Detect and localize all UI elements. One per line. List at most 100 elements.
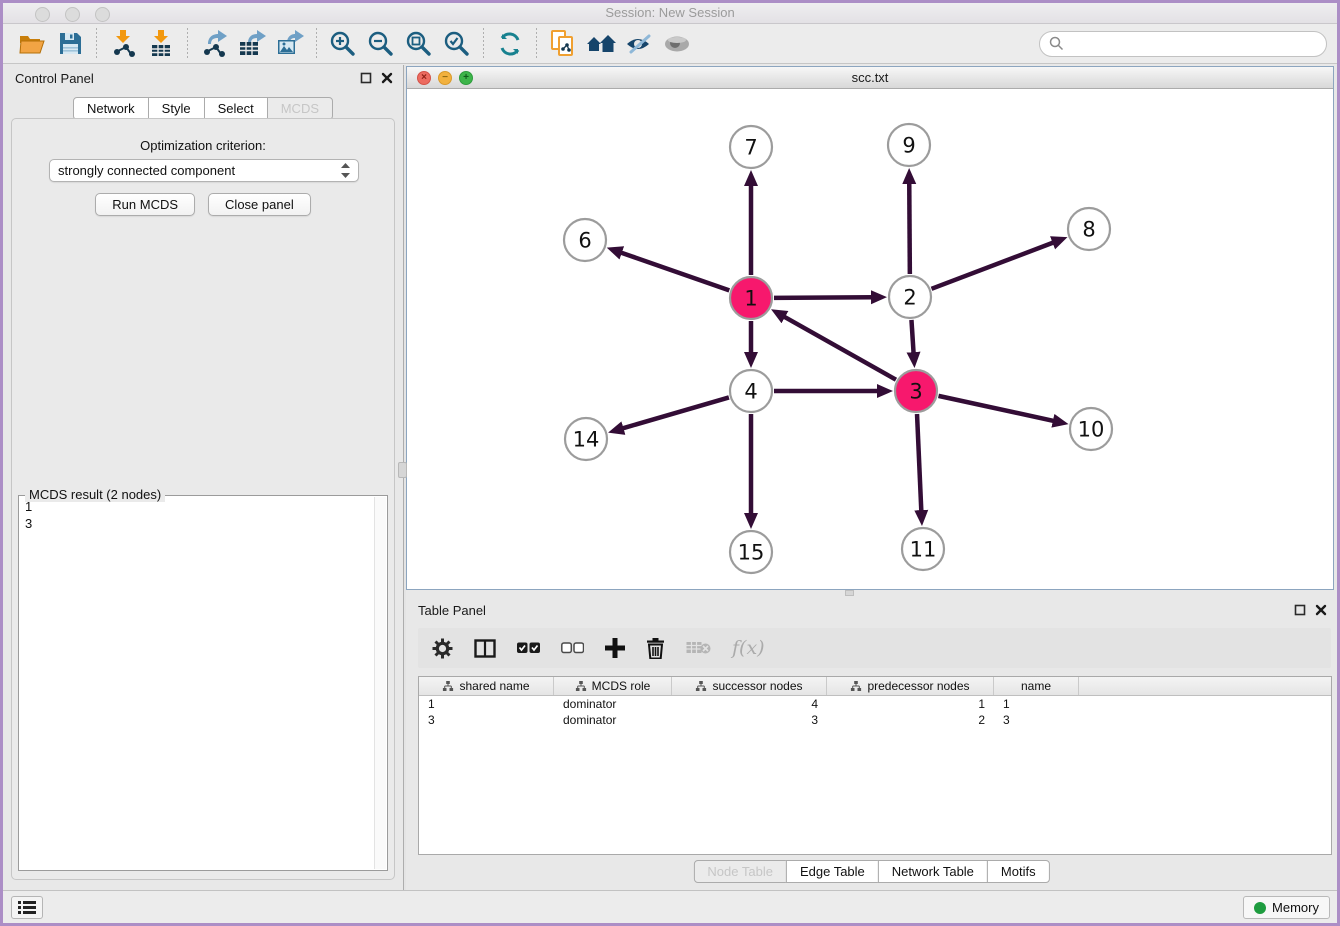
- table-cell[interactable]: 2: [827, 712, 994, 728]
- hierarchy-icon: [442, 681, 454, 692]
- save-session-button[interactable]: [51, 28, 89, 60]
- network-canvas[interactable]: 7 9 6 8 1 2 4 3 14 10 15 11: [407, 89, 1333, 589]
- graph-node-1[interactable]: 1: [730, 277, 772, 319]
- list-icon: [18, 900, 36, 915]
- tab-select[interactable]: Select: [204, 97, 268, 120]
- graph-edge-4-14[interactable]: [622, 397, 729, 428]
- divider-handle[interactable]: [845, 590, 854, 596]
- table-cell[interactable]: dominator: [554, 712, 672, 728]
- table-cell[interactable]: dominator: [554, 696, 672, 712]
- table-cell[interactable]: 1: [419, 696, 554, 712]
- show-eye-button[interactable]: [658, 28, 696, 60]
- function-builder-button[interactable]: f(x): [732, 637, 765, 659]
- delete-table-icon: [686, 640, 711, 656]
- column-header[interactable]: shared name: [419, 677, 554, 695]
- graph-edge-3-10[interactable]: [938, 396, 1054, 421]
- table-cell[interactable]: 1: [994, 696, 1079, 712]
- search-field[interactable]: [1039, 31, 1327, 57]
- table-cell[interactable]: 3: [419, 712, 554, 728]
- graph-edge-2-3[interactable]: [911, 320, 913, 354]
- refresh-button[interactable]: [491, 28, 529, 60]
- toolbar-separator: [96, 28, 97, 60]
- import-network-button[interactable]: [104, 28, 142, 60]
- table-header: shared name MCDS role successor nodesprede…: [419, 677, 1331, 696]
- split-columns-button[interactable]: [474, 639, 496, 658]
- tab-network[interactable]: Network: [73, 97, 149, 120]
- memory-button[interactable]: Memory: [1243, 896, 1330, 919]
- graph-node-6[interactable]: 6: [564, 219, 606, 261]
- export-network-button[interactable]: [195, 28, 233, 60]
- column-header[interactable]: successor nodes: [672, 677, 827, 695]
- zoom-fit-button[interactable]: [400, 28, 438, 60]
- table-cell[interactable]: 3: [994, 712, 1079, 728]
- table-cell[interactable]: 4: [672, 696, 827, 712]
- tab-style[interactable]: Style: [148, 97, 205, 120]
- tab-node-table[interactable]: Node Table: [693, 860, 787, 883]
- task-history-button[interactable]: [11, 896, 43, 919]
- graph-edge-3-1[interactable]: [783, 316, 896, 380]
- zoom-selected-button[interactable]: [438, 28, 476, 60]
- column-header-label: MCDS role: [592, 679, 651, 693]
- export-image-button[interactable]: [271, 28, 309, 60]
- export-table-button[interactable]: [233, 28, 271, 60]
- graph-node-11[interactable]: 11: [902, 528, 944, 570]
- home-button[interactable]: [582, 28, 620, 60]
- graph-node-8[interactable]: 8: [1068, 208, 1110, 250]
- divider-handle[interactable]: [398, 462, 407, 478]
- svg-text:11: 11: [910, 538, 937, 562]
- graph-edge-1-2[interactable]: [774, 297, 873, 298]
- main-toolbar: [3, 24, 1337, 64]
- select-all-button[interactable]: [517, 642, 540, 654]
- result-scrollbar[interactable]: [374, 497, 386, 869]
- graph-node-14[interactable]: 14: [565, 418, 607, 460]
- column-header[interactable]: MCDS role: [554, 677, 672, 695]
- graph-node-15[interactable]: 15: [730, 531, 772, 573]
- search-input[interactable]: [1064, 35, 1317, 52]
- import-table-icon: [148, 30, 175, 57]
- deselect-all-button[interactable]: [561, 642, 584, 654]
- column-header[interactable]: predecessor nodes: [827, 677, 994, 695]
- tab-edge-table[interactable]: Edge Table: [786, 860, 879, 883]
- graph-node-4[interactable]: 4: [730, 370, 772, 412]
- graph-node-3[interactable]: 3: [895, 370, 937, 412]
- zoom-in-button[interactable]: [324, 28, 362, 60]
- graph-edge-1-6[interactable]: [620, 252, 729, 290]
- table-row[interactable]: 1dominator411: [419, 696, 1331, 712]
- float-panel-icon[interactable]: [1294, 604, 1306, 616]
- graph-edge-2-9[interactable]: [909, 182, 910, 274]
- close-panel-icon[interactable]: [381, 72, 393, 84]
- zoom-out-button[interactable]: [362, 28, 400, 60]
- table-cell[interactable]: 3: [672, 712, 827, 728]
- svg-text:6: 6: [578, 229, 591, 253]
- tab-motifs[interactable]: Motifs: [987, 860, 1050, 883]
- hide-eye-button[interactable]: [620, 28, 658, 60]
- delete-table-button[interactable]: [686, 640, 711, 656]
- float-panel-icon[interactable]: [360, 72, 372, 84]
- network-file-button[interactable]: [544, 28, 582, 60]
- close-panel-button[interactable]: Close panel: [208, 193, 311, 216]
- graph-node-2[interactable]: 2: [889, 276, 931, 318]
- graph-edge-2-8[interactable]: [932, 242, 1055, 289]
- mcds-result-text[interactable]: 1 3: [25, 498, 373, 868]
- close-panel-icon[interactable]: [1315, 604, 1327, 616]
- open-session-button[interactable]: [13, 28, 51, 60]
- toolbar-separator: [316, 28, 317, 60]
- column-header[interactable]: name: [994, 677, 1079, 695]
- zoom-out-icon: [368, 31, 394, 57]
- network-window-titlebar[interactable]: × − + scc.txt: [407, 67, 1333, 89]
- graph-node-7[interactable]: 7: [730, 126, 772, 168]
- graph-edge-3-11[interactable]: [917, 414, 921, 512]
- table-row[interactable]: 3dominator323: [419, 712, 1331, 728]
- criterion-select[interactable]: strongly connected component: [49, 159, 359, 182]
- tab-mcds[interactable]: MCDS: [267, 97, 333, 120]
- add-column-button[interactable]: [605, 638, 625, 658]
- graph-node-9[interactable]: 9: [888, 124, 930, 166]
- run-mcds-button[interactable]: Run MCDS: [95, 193, 195, 216]
- gear-button[interactable]: [432, 638, 453, 659]
- export-image-icon: [276, 30, 304, 57]
- tab-network-table[interactable]: Network Table: [878, 860, 988, 883]
- import-table-button[interactable]: [142, 28, 180, 60]
- graph-node-10[interactable]: 10: [1070, 408, 1112, 450]
- delete-column-button[interactable]: [646, 638, 665, 659]
- table-cell[interactable]: 1: [827, 696, 994, 712]
